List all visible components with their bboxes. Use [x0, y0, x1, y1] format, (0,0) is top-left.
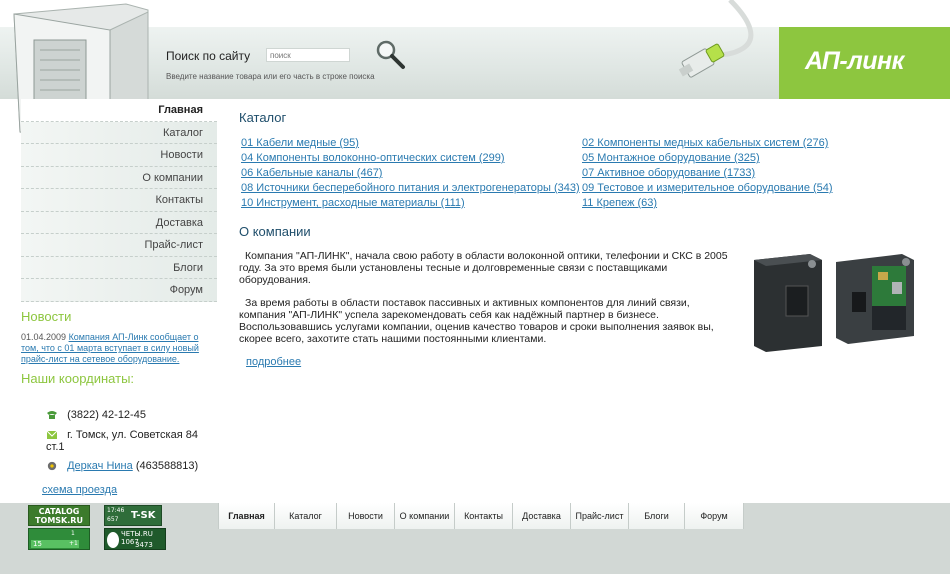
media-converter-image [754, 254, 914, 352]
counter-small: 1 [71, 530, 75, 537]
search-title: Поиск по сайту [166, 49, 251, 63]
footer-item-blogs[interactable]: Блоги [628, 503, 684, 529]
catalog-link[interactable]: 10 Инструмент, расходные материалы (111) [241, 196, 580, 211]
sidebar-item-blogs[interactable]: Блоги [21, 256, 217, 279]
footer-item-delivery[interactable]: Доставка [512, 503, 570, 529]
contact-icq: Деркач Нина (463588813) [46, 460, 198, 472]
footer-item-news[interactable]: Новости [336, 503, 394, 529]
tsk-number: 657 [107, 516, 119, 523]
counter-badge[interactable]: 15 +1 1 [28, 528, 90, 550]
brand-logo-text: АП-линк [805, 47, 904, 75]
footer-item-about[interactable]: О компании [394, 503, 454, 529]
tsk-badge[interactable]: 17:46 657 T-SK [104, 505, 162, 526]
rating-logo-icon [107, 532, 119, 548]
catalog-link[interactable]: 01 Кабели медные (95) [241, 136, 580, 151]
company-heading: О компании [239, 224, 311, 239]
catalog-link[interactable]: 05 Монтажное оборудование (325) [582, 151, 833, 166]
tsk-time: 17:46 [107, 507, 125, 514]
news-date: 01.04.2009 [21, 332, 67, 342]
icq-flower-icon [47, 461, 57, 471]
catalog-link[interactable]: 04 Компоненты волоконно-оптических систе… [241, 151, 580, 166]
magnifier-icon[interactable] [374, 38, 406, 70]
read-more-link[interactable]: подробнее [246, 356, 301, 368]
rating-badge[interactable]: ЧЕТЫ.RU 1067 3473 [104, 528, 166, 550]
company-paragraph-2: За время работы в области поставок пасси… [239, 297, 714, 345]
company-paragraph-1: Компания "АП-ЛИНК", начала свою работу в… [239, 250, 728, 286]
contact-phone: (3822) 42-12-45 [46, 409, 146, 421]
badge-line: CATALOG [38, 507, 80, 516]
phone-number: (3822) 42-12-45 [67, 409, 146, 421]
catalog-tomsk-badge[interactable]: CATALOG TOMSK.RU [28, 505, 90, 526]
footer-item-forum[interactable]: Форум [684, 503, 744, 529]
phone-icon [47, 411, 57, 420]
counter-value: 15 [33, 540, 42, 548]
sidebar-item-home[interactable]: Главная [21, 99, 217, 122]
footer-nav: Главная Каталог Новости О компании Конта… [218, 503, 744, 529]
footer-item-pricelist[interactable]: Прайс-лист [570, 503, 628, 529]
tsk-logo: T-SK [131, 510, 156, 521]
catalog-link[interactable]: 06 Кабельные каналы (467) [241, 166, 580, 181]
header: АП-линк Поиск по сайту Введите название … [0, 0, 950, 151]
sidebar-item-delivery[interactable]: Доставка [21, 211, 217, 234]
contact-address: г. Томск, ул. Советская 84 ст.1 [46, 429, 206, 453]
catalog-link[interactable]: 07 Активное оборудование (1733) [582, 166, 833, 181]
sidebar-item-forum[interactable]: Форум [21, 279, 217, 302]
sidebar-item-contacts[interactable]: Контакты [21, 189, 217, 212]
sidebar-item-catalog[interactable]: Каталог [21, 121, 217, 144]
catalog-link[interactable]: 02 Компоненты медных кабельных систем (2… [582, 136, 833, 151]
icq-contact-link[interactable]: Деркач Нина [67, 460, 133, 472]
directions-link[interactable]: схема проезда [42, 484, 117, 496]
sidebar-menu: Главная Каталог Новости О компании Конта… [21, 99, 217, 302]
envelope-icon [46, 430, 58, 440]
sidebar-item-pricelist[interactable]: Прайс-лист [21, 234, 217, 257]
news-entry: 01.04.2009 Компания АП-Линк сообщает о т… [21, 332, 211, 365]
catalog-heading: Каталог [239, 110, 287, 125]
counter-delta: +1 [69, 540, 78, 547]
sidebar-item-about[interactable]: О компании [21, 166, 217, 189]
catalog-link[interactable]: 08 Источники бесперебойного питания и эл… [241, 181, 580, 196]
coordinates-heading: Наши координаты: [21, 371, 135, 386]
footer-item-home[interactable]: Главная [218, 503, 274, 529]
search-hint: Введите название товара или его часть в … [166, 72, 375, 81]
news-heading: Новости [21, 309, 72, 324]
patch-cable-image [678, 0, 754, 78]
icq-number: (463588813) [135, 460, 199, 472]
footer-item-contacts[interactable]: Контакты [454, 503, 512, 529]
search-input[interactable] [266, 48, 350, 62]
footer-item-catalog[interactable]: Каталог [274, 503, 336, 529]
catalog-column-left: 01 Кабели медные (95) 04 Компоненты воло… [241, 136, 580, 211]
rating-number: 3473 [135, 541, 153, 549]
catalog-column-right: 02 Компоненты медных кабельных систем (2… [582, 136, 833, 211]
sidebar-item-news[interactable]: Новости [21, 144, 217, 167]
catalog-link[interactable]: 11 Крепеж (63) [582, 196, 833, 211]
badge-line: TOMSK.RU [35, 516, 83, 525]
catalog-link[interactable]: 09 Тестовое и измерительное оборудование… [582, 181, 833, 196]
address-text: г. Томск, ул. Советская 84 ст.1 [46, 429, 198, 453]
